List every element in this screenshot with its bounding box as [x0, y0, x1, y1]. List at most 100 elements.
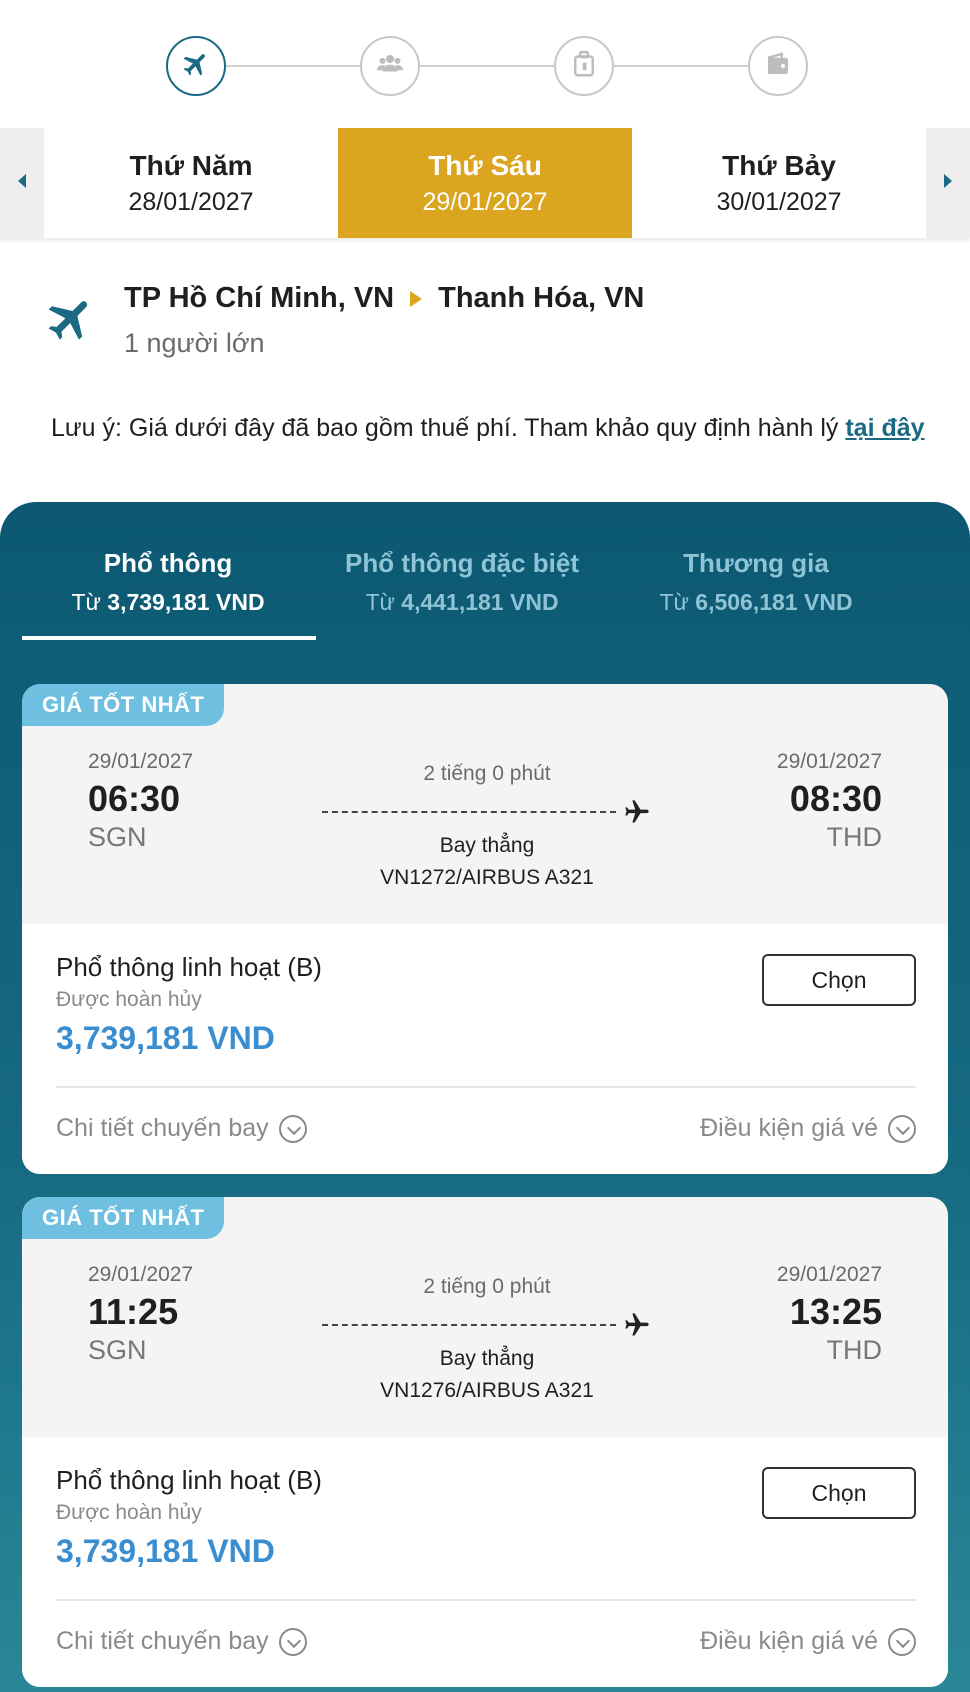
stops-label: Bay thẳng — [439, 1347, 535, 1370]
date-option-next[interactable]: Thứ Bảy 30/01/2027 — [632, 128, 926, 238]
flight-details-label: Chi tiết chuyến bay — [56, 1627, 269, 1655]
arrival-time: 08:30 — [789, 778, 882, 819]
choose-button[interactable]: Chọn — [762, 954, 916, 1006]
fare-conditions-toggle[interactable]: Điều kiện giá vé — [700, 1627, 916, 1656]
date-day-label: Thứ Năm — [129, 149, 253, 181]
refund-policy: Được hoàn hủy — [56, 988, 202, 1011]
dashed-line — [322, 1324, 616, 1326]
divider — [56, 1086, 916, 1088]
flight-details-toggle[interactable]: Chi tiết chuyến bay — [56, 1627, 307, 1656]
flight-number: VN1276/AIRBUS A321 — [380, 1379, 594, 1402]
date-day-label: Thứ Bảy — [722, 149, 836, 181]
departure-time: 11:25 — [88, 1291, 179, 1332]
choose-button[interactable]: Chọn — [762, 1467, 916, 1519]
baggage-rules-link[interactable]: tại đây — [845, 414, 924, 442]
cabin-from-price: Từ 3,739,181 VND — [22, 589, 314, 616]
fare-price: 3,739,181 VND — [56, 1020, 275, 1056]
flight-details-toggle[interactable]: Chi tiết chuyến bay — [56, 1114, 307, 1143]
arrival-airport: THD — [826, 1335, 883, 1365]
destination-city: Thanh Hóa, VN — [438, 282, 645, 314]
arrival-time: 13:25 — [789, 1291, 882, 1332]
flight-details-label: Chi tiết chuyến bay — [56, 1114, 269, 1142]
fare-option: Phổ thông linh hoạt (B) Được hoàn hủy 3,… — [22, 924, 948, 1174]
tab-premium-economy[interactable]: Phổ thông đặc biệt Từ 4,441,181 VND — [316, 548, 608, 616]
prev-date-button[interactable] — [0, 128, 44, 238]
cabin-name: Thương gia — [683, 548, 829, 578]
chevron-down-icon — [888, 1114, 916, 1143]
caret-right-icon — [942, 173, 954, 194]
dashed-line — [322, 811, 616, 813]
date-value: 29/01/2027 — [422, 187, 548, 216]
cabin-from-price: Từ 4,441,181 VND — [316, 589, 608, 616]
date-value: 28/01/2027 — [128, 187, 254, 216]
arrival-info: 29/01/2027 13:25 THD — [777, 1263, 882, 1366]
plane-icon — [181, 49, 211, 84]
flight-duration: 2 tiếng 0 phút — [423, 762, 551, 785]
tab-business[interactable]: Thương gia Từ 6,506,181 VND — [610, 548, 902, 616]
flight-card: GIÁ TỐT NHẤT 29/01/2027 11:25 SGN 2 tiến… — [22, 1197, 948, 1687]
date-value: 30/01/2027 — [716, 187, 842, 216]
cabin-price-prefix: Từ — [659, 589, 696, 615]
price-note: Lưu ý: Giá dưới đây đã bao gồm thuế phí.… — [51, 410, 951, 446]
step-passengers[interactable] — [360, 36, 420, 96]
departure-airport: SGN — [88, 1335, 147, 1365]
divider — [56, 1599, 916, 1601]
fare-price: 3,739,181 VND — [56, 1533, 275, 1569]
date-option-prev[interactable]: Thứ Năm 28/01/2027 — [44, 128, 338, 238]
step-baggage[interactable] — [554, 36, 614, 96]
date-selector: Thứ Năm 28/01/2027 Thứ Sáu 29/01/2027 Th… — [0, 128, 970, 238]
fare-name: Phổ thông linh hoạt (B) — [56, 1465, 322, 1495]
step-payment[interactable] — [748, 36, 808, 96]
stops-label: Bay thẳng — [439, 834, 535, 857]
plane-icon — [622, 1311, 652, 1344]
next-date-button[interactable] — [926, 128, 970, 238]
plane-icon — [622, 798, 652, 831]
flight-duration: 2 tiếng 0 phút — [423, 1275, 551, 1298]
departure-info: 29/01/2027 11:25 SGN — [88, 1263, 193, 1366]
departure-airport: SGN — [88, 822, 147, 852]
cabin-name: Phổ thông đặc biệt — [345, 548, 579, 578]
active-tab-indicator — [22, 636, 316, 640]
origin-city: TP Hồ Chí Minh, VN — [124, 282, 395, 314]
tab-economy[interactable]: Phổ thông Từ 3,739,181 VND — [22, 548, 314, 616]
best-price-badge: GIÁ TỐT NHẤT — [22, 1197, 225, 1239]
fare-conditions-label: Điều kiện giá vé — [700, 1114, 878, 1142]
best-price-badge: GIÁ TỐT NHẤT — [22, 684, 225, 726]
note-text: Lưu ý: Giá dưới đây đã bao gồm thuế phí.… — [51, 414, 846, 442]
cabin-from-price: Từ 6,506,181 VND — [610, 589, 902, 616]
departure-time: 06:30 — [88, 778, 181, 819]
cabin-price: 6,506,181 VND — [695, 589, 853, 615]
chevron-down-icon — [278, 1627, 307, 1656]
wallet-icon — [763, 49, 793, 84]
step-connector — [614, 65, 748, 67]
fare-name: Phổ thông linh hoạt (B) — [56, 952, 322, 982]
chevron-down-icon — [888, 1627, 916, 1656]
arrival-info: 29/01/2027 08:30 THD — [777, 750, 882, 853]
arrow-right-icon — [410, 290, 423, 307]
flight-number: VN1272/AIRBUS A321 — [380, 866, 594, 889]
progress-stepper — [0, 36, 970, 96]
step-flight[interactable] — [166, 36, 226, 96]
fare-conditions-toggle[interactable]: Điều kiện giá vé — [700, 1114, 916, 1143]
chevron-down-icon — [278, 1114, 307, 1143]
cabin-price-prefix: Từ — [365, 589, 402, 615]
route-cities: TP Hồ Chí Minh, VN Thanh Hóa, VN — [124, 282, 644, 315]
route-summary: TP Hồ Chí Minh, VN Thanh Hóa, VN 1 người… — [0, 282, 970, 362]
date-day-label: Thứ Sáu — [428, 149, 542, 181]
date-option-current[interactable]: Thứ Sáu 29/01/2027 — [338, 128, 632, 238]
flight-card: GIÁ TỐT NHẤT 29/01/2027 06:30 SGN 2 tiến… — [22, 684, 948, 1174]
refund-policy: Được hoàn hủy — [56, 1501, 202, 1524]
cabin-price-prefix: Từ — [71, 589, 108, 615]
flight-path — [322, 1313, 652, 1336]
arrival-date: 29/01/2027 — [776, 1263, 882, 1286]
step-connector — [420, 65, 554, 67]
step-connector — [226, 65, 360, 67]
baggage-icon — [569, 49, 599, 84]
departure-date: 29/01/2027 — [88, 1263, 194, 1286]
cabin-price: 4,441,181 VND — [401, 589, 559, 615]
plane-icon — [44, 292, 98, 351]
arrival-date: 29/01/2027 — [776, 750, 882, 773]
departure-date: 29/01/2027 — [88, 750, 194, 773]
flight-summary: 2 tiếng 0 phút Bay thẳng VN1276/AIRBUS A… — [322, 1275, 652, 1403]
fare-conditions-label: Điều kiện giá vé — [700, 1627, 878, 1655]
